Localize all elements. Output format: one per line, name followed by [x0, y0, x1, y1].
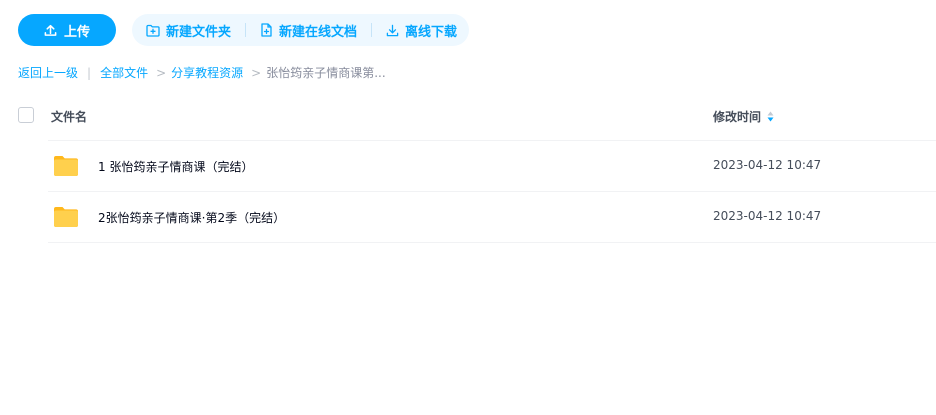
new-folder-button[interactable]: 新建文件夹 — [146, 21, 231, 40]
upload-icon — [44, 24, 57, 36]
breadcrumb-current: 张怡筠亲子情商课第... — [266, 66, 386, 80]
breadcrumb-separator: | — [87, 65, 92, 80]
row-divider — [48, 242, 936, 243]
table-row[interactable]: 2张怡筠亲子情商课·第2季（完结） 2023-04-12 10:47 — [48, 192, 936, 242]
breadcrumb-shared-resources[interactable]: 分享教程资源 — [171, 64, 243, 81]
download-icon — [386, 24, 399, 36]
breadcrumb-all-files[interactable]: 全部文件 — [100, 64, 148, 81]
new-folder-icon — [146, 24, 160, 37]
upload-button[interactable]: 上传 — [18, 14, 116, 46]
toolbar-divider — [245, 23, 247, 37]
new-online-doc-label: 新建在线文档 — [279, 24, 358, 40]
new-document-icon — [261, 23, 272, 37]
folder-icon — [54, 156, 78, 176]
new-folder-label: 新建文件夹 — [166, 24, 232, 40]
breadcrumb-back-link[interactable]: 返回上一级 — [18, 64, 78, 81]
action-group: 新建文件夹 新建在线文档 离线下载 — [132, 14, 470, 46]
new-online-doc-button[interactable]: 新建在线文档 — [260, 21, 357, 40]
offline-download-label: 离线下载 — [405, 24, 458, 40]
chevron-right-icon: > — [156, 65, 167, 80]
select-all-checkbox[interactable] — [18, 107, 34, 123]
sort-icon[interactable] — [767, 111, 774, 122]
file-name[interactable]: 2张怡筠亲子情商课·第2季（完结） — [98, 209, 285, 226]
file-name[interactable]: 1 张怡筠亲子情商课（完结） — [98, 158, 253, 175]
toolbar: 上传 新建文件夹 新建在线文档 离线下载 — [18, 14, 470, 46]
table-header: 文件名 修改时间 — [0, 98, 936, 132]
modified-time: 2023-04-12 10:47 — [713, 158, 822, 172]
table-row[interactable]: 1 张怡筠亲子情商课（完结） 2023-04-12 10:47 — [48, 141, 936, 191]
column-header-name[interactable]: 文件名 — [51, 108, 87, 125]
file-browser: 上传 新建文件夹 新建在线文档 离线下载 返回上一级 | 全部文件 > 分享教程… — [0, 0, 936, 415]
modified-time: 2023-04-12 10:47 — [713, 209, 822, 223]
offline-download-button[interactable]: 离线下载 — [386, 21, 457, 40]
folder-icon — [54, 207, 78, 227]
column-header-modified-time[interactable]: 修改时间 — [713, 108, 774, 125]
upload-label: 上传 — [63, 24, 90, 40]
breadcrumb: 返回上一级 | 全部文件 > 分享教程资源 > 张怡筠亲子情商课第... — [18, 64, 386, 81]
column-header-modified-time-label: 修改时间 — [713, 110, 762, 124]
toolbar-divider — [371, 23, 373, 37]
chevron-right-icon: > — [251, 65, 262, 80]
